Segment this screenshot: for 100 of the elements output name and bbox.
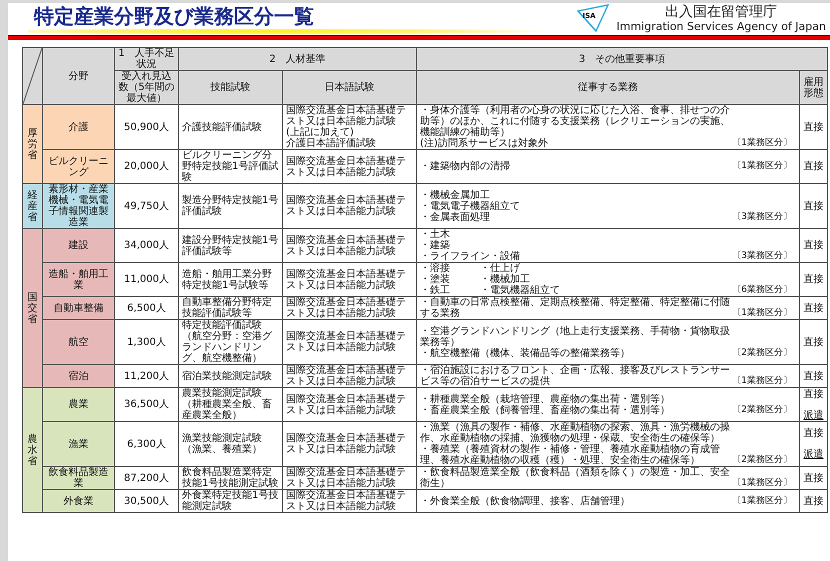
- group-header: 2 人材基準: [178, 48, 416, 70]
- task-count: 〔1業務区分〕: [732, 161, 793, 172]
- language-test-text: 国際交流基金日本語基礎テスト又は日本語能力試験: [286, 394, 407, 416]
- task-count: 〔3業務区分〕: [732, 212, 793, 222]
- field-cell: 農業: [42, 388, 114, 422]
- agency-name: 出入国在留管理庁: [665, 4, 778, 20]
- column-header: 雇用形態: [800, 70, 828, 104]
- skill-test-text: 農業技能測定試験（耕種農業全般、畜産農業全般）: [182, 388, 272, 421]
- column-header: 日本語試験: [282, 70, 416, 104]
- quota-text: 50,900人: [124, 122, 169, 132]
- task-item: ・自動車の日常点検整備、定期点検整備、特定整備、特定整備に付随する業務: [420, 297, 731, 319]
- language-test-text: 国際交流基金日本語基礎テスト又は日本語能力試験: [286, 105, 407, 127]
- task-item: ・仕上げ: [480, 263, 520, 274]
- task-item: ・養殖業（養殖資材の製作・補修・管理、養殖水産動植物の育成管理、養殖水産動植物の収穫（穫）・処理、安全衛生の確保等）: [420, 444, 721, 466]
- task-count: 〔2業務区分〕: [732, 455, 793, 466]
- employment-type: 直接: [804, 496, 824, 506]
- employment-type: 直接: [804, 472, 824, 484]
- task-count: 〔1業務区分〕: [732, 308, 793, 319]
- language-test-text: 国際交流基金日本語基礎テスト又は日本語能力試験: [286, 234, 407, 256]
- task-count: 〔1業務区分〕: [732, 138, 793, 149]
- quota-text: 6,500人: [127, 302, 166, 314]
- group-header: 3 その他重要事項: [416, 48, 828, 70]
- column-header: 技能試験: [178, 70, 282, 104]
- task-count: 〔3業務区分〕: [732, 251, 793, 262]
- field-cell: 介護: [42, 104, 114, 150]
- task-item: ・漁業（漁具の製作・補修、水産動植物の探索、漁具・漁労機械の操作、水産動植物の採捕、漁獲物の処理・保蔵、安全衛生の確保等）: [420, 422, 731, 444]
- task-item: ・機械金属加工: [420, 190, 491, 200]
- ministry-cell: 厚労省: [22, 104, 42, 184]
- task-item: ・空港グランドハンドリング（地上走行支援業務、手荷物・貨物取扱業務等）: [420, 326, 731, 348]
- employment-type: 直接: [804, 370, 824, 382]
- quota-text: 34,000人: [124, 240, 169, 251]
- task-item: ・宿泊施設におけるフロント、企画・広報、接客及びレストランサービス等の宿泊サービスの提供: [420, 365, 731, 387]
- language-test-text: (上記に加えて): [286, 127, 355, 138]
- logo-icon: [574, 3, 610, 33]
- employment-type: 直接: [804, 388, 824, 400]
- skill-test-text: 飲食料品製造業特定技能1号技能測定試験: [182, 467, 278, 489]
- language-test-text: 国際交流基金日本語基礎テスト又は日本語能力試験: [286, 268, 407, 290]
- quota-text: 30,500人: [124, 496, 169, 506]
- skill-test-text: 宿泊業技能測定試験: [182, 370, 272, 382]
- page-title: 特定産業分野及び業務区分一覧: [34, 3, 314, 28]
- task-item: ・畜産農業全般（飼養管理、畜産物の集出荷・選別等）: [420, 404, 670, 416]
- language-test-text: 介護日本語評価試験: [286, 138, 377, 149]
- skill-test-text: 自動車整備分野特定技能評価試験等: [182, 297, 272, 319]
- employment-type: 直接: [804, 428, 824, 439]
- language-test-text: 国際交流基金日本語基礎テスト又は日本語能力試験: [286, 331, 407, 353]
- skill-test-text: 製造分野特定技能1号評価試験: [182, 195, 278, 217]
- task-item: ・飲食料品製造業全般（飲食料品（酒類を除く）の製造・加工、安全衛生）: [420, 467, 731, 489]
- skill-test-text: ビルクリーニング分野特定技能1号評価試験: [182, 150, 278, 183]
- quota-text: 1,300人: [127, 336, 166, 348]
- column-header: 受入れ見込数（5年間の最大値）: [114, 70, 178, 104]
- language-test-text: 国際交流基金日本語基礎テスト又は日本語能力試験: [286, 490, 407, 512]
- task-item: ・建築物内部の清掃: [420, 161, 510, 172]
- employment-type: 直接: [804, 274, 824, 285]
- task-item: ・塗装: [420, 274, 451, 285]
- employment-type: 直接: [804, 161, 824, 172]
- employment-type: 直接: [804, 122, 824, 132]
- task-item: ・電気電子機器組立て: [420, 200, 520, 212]
- field-cell: 建設: [42, 228, 114, 262]
- field-cell: 素形材・産業機械・電気電子情報関連製造業: [42, 184, 114, 228]
- field-cell: 自動車整備: [42, 296, 114, 320]
- ministry-cell: 国交省: [22, 228, 42, 388]
- skill-test-text: 漁業技能測定試験（漁業、養殖業）: [182, 433, 262, 455]
- task-item: ・耕種農業全般（栽培管理、農産物の集出荷・選別等）: [420, 394, 670, 404]
- group-header: 1 人手不足状況: [114, 48, 178, 70]
- language-test-text: 国際交流基金日本語基礎テスト又は日本語能力試験: [286, 297, 407, 319]
- employment-type: 派遣: [804, 410, 824, 420]
- task-item: ・建築: [420, 240, 451, 251]
- task-item: ・ライフライン・設備: [420, 251, 520, 262]
- employment-type: 直接: [804, 336, 824, 348]
- field-cell: 造船・舶用工業: [42, 262, 114, 296]
- column-header: 分野: [42, 48, 114, 104]
- field-cell: 宿泊: [42, 364, 114, 388]
- language-test-text: 国際交流基金日本語基礎テスト又は日本語能力試験: [286, 467, 407, 489]
- field-cell: 漁業: [42, 422, 114, 466]
- field-cell: 外食業: [42, 490, 114, 512]
- quota-text: 11,000人: [124, 274, 169, 285]
- language-test-text: 国際交流基金日本語基礎テスト又は日本語能力試験: [286, 365, 407, 387]
- language-test-text: 国際交流基金日本語基礎テスト又は日本語能力試験: [286, 195, 407, 217]
- task-item: (注)訪問系サービスは対象外: [420, 138, 549, 149]
- ministry-cell: 農水省: [22, 388, 42, 512]
- task-count: 〔6業務区分〕: [732, 285, 793, 296]
- task-item: ・機械加工: [480, 274, 531, 285]
- task-count: 〔1業務区分〕: [732, 478, 793, 489]
- field-cell: ビルクリーニング: [42, 150, 114, 184]
- employment-type: 直接: [804, 302, 824, 314]
- skill-test-text: 建設分野特定技能1号評価試験等: [182, 234, 278, 256]
- task-count: 〔2業務区分〕: [732, 404, 793, 416]
- quota-text: 36,500人: [124, 399, 169, 410]
- employment-type: 直接: [804, 200, 824, 212]
- employment-type: 直接: [804, 240, 824, 251]
- task-count: 〔1業務区分〕: [732, 376, 793, 387]
- quota-text: 87,200人: [124, 472, 169, 484]
- task-item: ・土木: [420, 229, 451, 240]
- language-test-text: 国際交流基金日本語基礎テスト又は日本語能力試験: [286, 156, 407, 178]
- skill-test-text: 外食業特定技能1号技能測定試験: [182, 490, 278, 512]
- quota-text: 20,000人: [124, 161, 169, 172]
- task-item: ・航空機整備（機体、装備品等の整備業務等）: [420, 348, 631, 358]
- language-test-text: 国際交流基金日本語基礎テスト又は日本語能力試験: [286, 433, 407, 455]
- task-count: 〔2業務区分〕: [732, 348, 793, 358]
- task-item: ・電気機器組立て: [480, 285, 560, 296]
